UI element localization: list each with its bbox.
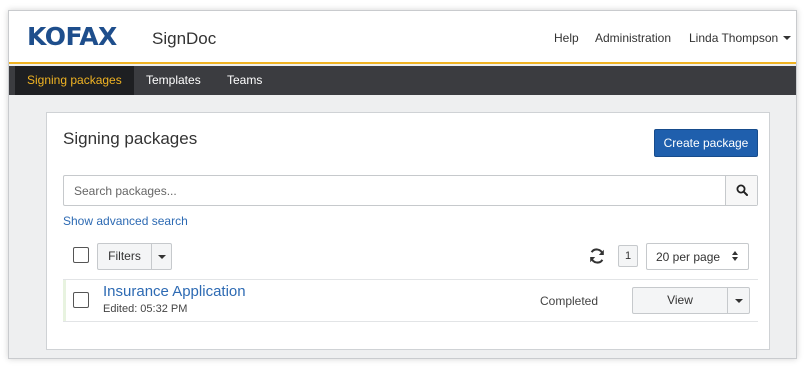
top-header: KOFAX SignDoc Help Administration Linda … — [9, 11, 796, 64]
user-name: Linda Thompson — [689, 31, 779, 45]
search-icon — [736, 184, 748, 196]
main-nav: Signing packages Templates Teams — [9, 66, 796, 95]
tab-templates[interactable]: Templates — [134, 66, 213, 95]
search-input[interactable] — [64, 176, 725, 205]
filters-toggle[interactable] — [151, 244, 172, 269]
view-options-toggle[interactable] — [727, 288, 750, 313]
tab-signing-packages[interactable]: Signing packages — [15, 66, 134, 95]
search-bar — [63, 175, 758, 206]
filters-dropdown: Filters — [97, 243, 172, 270]
package-edited-time: Edited: 05:32 PM — [103, 303, 188, 315]
packages-panel: Signing packages Create package Show adv… — [46, 112, 770, 350]
view-button-group: View — [632, 287, 750, 314]
select-arrows-icon — [732, 251, 740, 263]
page-title: Signing packages — [63, 129, 198, 148]
help-link[interactable]: Help — [554, 31, 579, 45]
select-all-checkbox[interactable] — [73, 247, 89, 263]
create-package-button[interactable]: Create package — [654, 129, 758, 157]
administration-link[interactable]: Administration — [595, 31, 671, 45]
package-name-link[interactable]: Insurance Application — [103, 283, 246, 300]
chevron-down-icon — [735, 299, 743, 303]
chevron-down-icon — [783, 36, 792, 40]
user-menu[interactable]: Linda Thompson — [689, 31, 792, 45]
page-number[interactable]: 1 — [618, 245, 638, 267]
row-status-accent — [63, 280, 66, 321]
refresh-button[interactable] — [588, 247, 606, 270]
product-name: SignDoc — [152, 29, 217, 48]
filters-button[interactable]: Filters — [98, 244, 151, 269]
table-row: Insurance Application Edited: 05:32 PM C… — [63, 279, 758, 322]
advanced-search-link[interactable]: Show advanced search — [63, 214, 188, 228]
per-page-select[interactable]: 20 per page — [646, 243, 749, 270]
chevron-down-icon — [158, 255, 166, 259]
app-window: KOFAX SignDoc Help Administration Linda … — [8, 10, 797, 359]
kofax-logo: KOFAX — [27, 22, 117, 51]
package-status: Completed — [540, 294, 599, 308]
refresh-icon — [590, 248, 604, 264]
tab-teams[interactable]: Teams — [215, 66, 274, 95]
row-checkbox[interactable] — [73, 292, 89, 308]
search-button[interactable] — [725, 176, 757, 205]
per-page-value: 20 per page — [656, 250, 721, 264]
view-button[interactable]: View — [633, 288, 727, 313]
